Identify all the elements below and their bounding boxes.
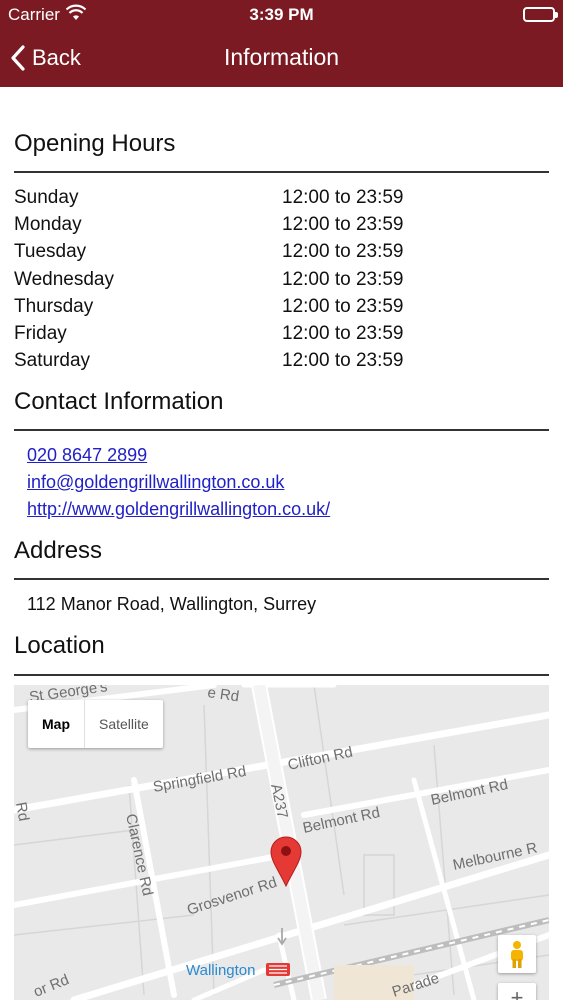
divider	[14, 674, 549, 676]
day-label: Monday	[14, 214, 82, 236]
day-label: Wednesday	[14, 268, 114, 290]
divider	[14, 171, 549, 173]
rail-station-icon	[266, 963, 290, 976]
address-text: 112 Manor Road, Wallington, Surrey	[27, 594, 317, 614]
hours-row: Sunday 12:00 to 23:59	[14, 184, 549, 211]
day-label: Friday	[14, 322, 67, 344]
station-label: Wallington	[186, 962, 255, 979]
contact-links: 020 8647 2899 info@goldengrillwallington…	[27, 442, 330, 523]
page-title: Information	[223, 44, 340, 70]
divider	[14, 578, 549, 580]
hours-row: Thursday 12:00 to 23:59	[14, 293, 549, 320]
contact-information-heading: Contact Information	[14, 388, 224, 415]
email-link[interactable]: info@goldengrillwallington.co.uk	[27, 469, 330, 496]
hours-value: 12:00 to 23:59	[282, 214, 404, 236]
hours-value: 12:00 to 23:59	[282, 350, 404, 372]
hours-value: 12:00 to 23:59	[282, 322, 404, 344]
location-map[interactable]: St George's e Rd Springfield Rd Clifton …	[14, 685, 549, 1000]
address-heading: Address	[14, 537, 103, 564]
clock: 3:39 PM	[249, 5, 314, 24]
hours-value: 12:00 to 23:59	[282, 241, 404, 263]
map-label: Rd	[14, 801, 32, 823]
map-type-option-map[interactable]: Map	[28, 700, 84, 748]
map-type-control[interactable]: Map Satellite	[28, 700, 163, 748]
navigation-bar: Back Information	[0, 30, 563, 87]
opening-hours-heading: Opening Hours	[14, 130, 176, 157]
status-bar: Carrier 3:39 PM	[0, 0, 563, 30]
street-view-pegman-icon[interactable]	[498, 935, 536, 973]
hours-row: Tuesday 12:00 to 23:59	[14, 238, 549, 265]
map-type-option-satellite[interactable]: Satellite	[85, 700, 163, 748]
day-label: Sunday	[14, 187, 79, 208]
hours-row: Saturday 12:00 to 23:59	[14, 347, 549, 374]
hours-row: Wednesday 12:00 to 23:59	[14, 266, 549, 293]
location-heading: Location	[14, 632, 105, 659]
day-label: Tuesday	[14, 241, 87, 263]
divider	[14, 429, 549, 431]
battery-icon	[523, 7, 558, 22]
website-link[interactable]: http://www.goldengrillwallington.co.uk/	[27, 496, 330, 523]
hours-value: 12:00 to 23:59	[282, 187, 404, 208]
hours-value: 12:00 to 23:59	[282, 268, 404, 290]
phone-link[interactable]: 020 8647 2899	[27, 442, 330, 469]
zoom-in-button[interactable]: +	[498, 983, 536, 1000]
hours-row: Friday 12:00 to 23:59	[14, 320, 549, 347]
day-label: Saturday	[14, 350, 91, 372]
day-label: Thursday	[14, 295, 94, 317]
opening-hours-table: Sunday 12:00 to 23:59 Monday 12:00 to 23:5…	[14, 184, 549, 374]
hours-value: 12:00 to 23:59	[282, 295, 404, 317]
hours-row: Monday 12:00 to 23:59	[14, 211, 549, 238]
